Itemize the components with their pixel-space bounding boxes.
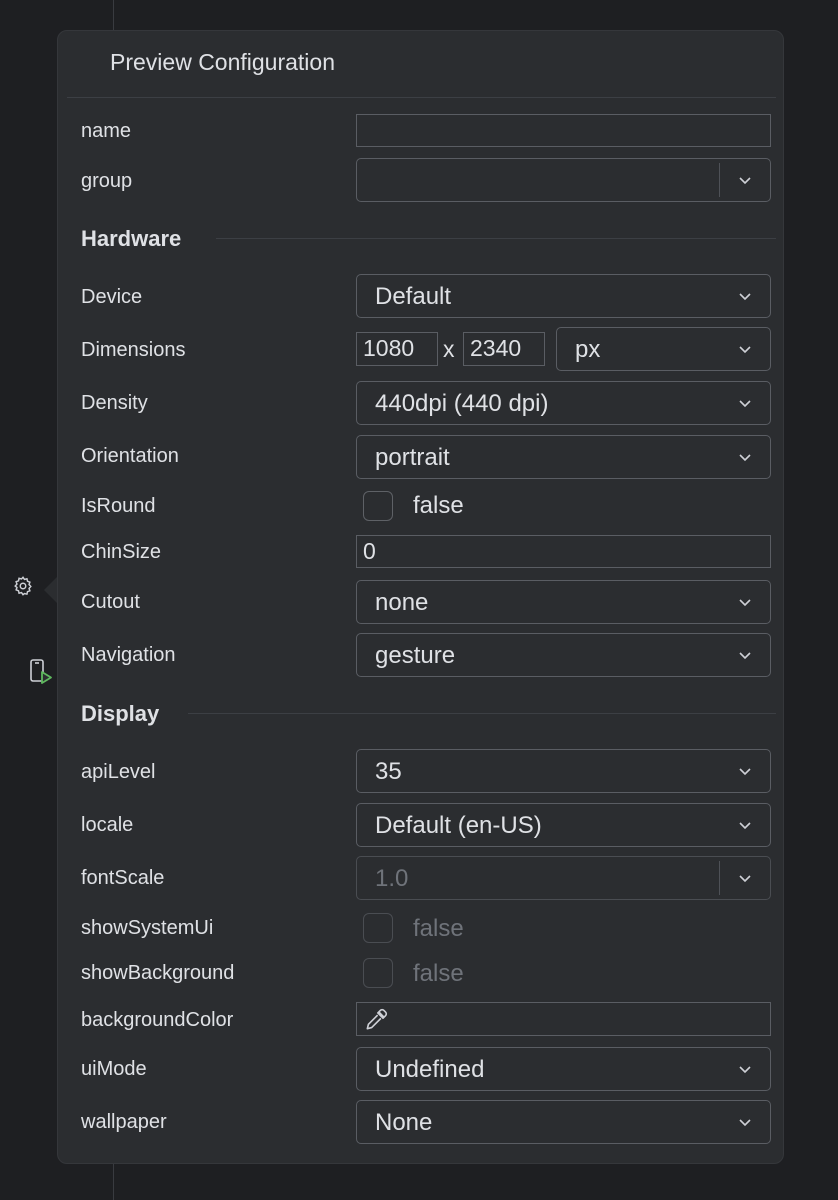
group-label: group <box>81 170 133 192</box>
density-value: 440dpi (440 dpi) <box>375 390 549 417</box>
orientation-value: portrait <box>375 444 450 471</box>
dimension-height-input[interactable]: 2340 <box>463 332 545 366</box>
group-combobox[interactable] <box>356 158 771 202</box>
chevron-down-icon[interactable] <box>737 1061 753 1077</box>
uimode-combobox[interactable]: Undefined <box>356 1047 771 1091</box>
showbackground-value: false <box>413 960 464 987</box>
name-input[interactable] <box>356 114 771 147</box>
density-label: Density <box>81 392 148 414</box>
dimension-unit-combobox[interactable]: px <box>556 327 771 371</box>
device-label: Device <box>81 286 143 308</box>
wallpaper-combobox[interactable]: None <box>356 1100 771 1144</box>
backgroundcolor-label: backgroundColor <box>81 1009 234 1031</box>
isround-checkbox[interactable] <box>363 491 393 521</box>
cutout-value: none <box>375 589 429 616</box>
chevron-down-icon[interactable] <box>737 594 753 610</box>
isround-label: IsRound <box>81 495 156 517</box>
fontscale-combobox: 1.0 <box>356 856 771 900</box>
cutout-combobox[interactable]: none <box>356 580 771 624</box>
title-divider <box>67 97 776 98</box>
chevron-down-icon[interactable] <box>737 817 753 833</box>
popup-pointer <box>44 576 58 604</box>
locale-value: Default (en-US) <box>375 812 542 839</box>
locale-label: locale <box>81 814 134 836</box>
apilevel-value: 35 <box>375 758 402 785</box>
chinsize-label: ChinSize <box>81 541 162 563</box>
navigation-value: gesture <box>375 642 456 669</box>
apilevel-combobox[interactable]: 35 <box>356 749 771 793</box>
dimension-width-input[interactable]: 1080 <box>356 332 438 366</box>
showsystemui-checkbox <box>363 913 393 943</box>
navigation-combobox[interactable]: gesture <box>356 633 771 677</box>
dimension-separator: x <box>443 336 455 362</box>
chevron-down-icon[interactable] <box>737 647 753 663</box>
showsystemui-label: showSystemUi <box>81 917 214 939</box>
wallpaper-label: wallpaper <box>81 1111 167 1133</box>
orientation-label: Orientation <box>81 445 179 467</box>
display-divider <box>188 713 776 714</box>
chevron-down-icon[interactable] <box>737 763 753 779</box>
showbackground-checkbox <box>363 958 393 988</box>
run-preview-icon[interactable] <box>28 658 54 686</box>
chevron-down-icon[interactable] <box>737 1114 753 1130</box>
apilevel-label: apiLevel <box>81 761 156 783</box>
showbackground-label: showBackground <box>81 962 235 984</box>
chevron-down-icon[interactable] <box>737 341 753 357</box>
fontscale-value: 1.0 <box>375 865 409 892</box>
wallpaper-value: None <box>375 1109 433 1136</box>
chevron-down-icon[interactable] <box>737 395 753 411</box>
cutout-label: Cutout <box>81 591 140 613</box>
device-value: Default <box>375 283 452 310</box>
dimensions-label: Dimensions <box>81 339 186 361</box>
chevron-down-icon[interactable] <box>737 288 753 304</box>
combo-divider <box>719 861 720 895</box>
device-combobox[interactable]: Default <box>356 274 771 318</box>
name-label: name <box>81 120 132 142</box>
chevron-down-icon[interactable] <box>737 870 753 886</box>
hardware-divider <box>216 238 776 239</box>
section-hardware: Hardware <box>81 226 182 251</box>
uimode-value: Undefined <box>375 1056 485 1083</box>
popup-title: Preview Configuration <box>110 49 336 75</box>
combo-divider <box>719 163 720 197</box>
locale-combobox[interactable]: Default (en-US) <box>356 803 771 847</box>
section-display: Display <box>81 701 160 726</box>
chevron-down-icon[interactable] <box>737 172 753 188</box>
showsystemui-value: false <box>413 915 464 942</box>
orientation-combobox[interactable]: portrait <box>356 435 771 479</box>
eyedropper-icon[interactable] <box>363 1007 389 1033</box>
density-combobox[interactable]: 440dpi (440 dpi) <box>356 381 771 425</box>
navigation-label: Navigation <box>81 644 176 666</box>
uimode-label: uiMode <box>81 1058 147 1080</box>
chevron-down-icon[interactable] <box>737 449 753 465</box>
backgroundcolor-picker[interactable] <box>356 1002 771 1036</box>
preview-configuration-popup: Preview Configuration name group Hardwar… <box>57 30 784 1164</box>
gear-icon[interactable] <box>12 575 34 597</box>
fontscale-label: fontScale <box>81 867 165 889</box>
isround-value: false <box>413 492 464 519</box>
dimension-unit-value: px <box>575 336 601 363</box>
chinsize-input[interactable]: 0 <box>356 535 771 568</box>
